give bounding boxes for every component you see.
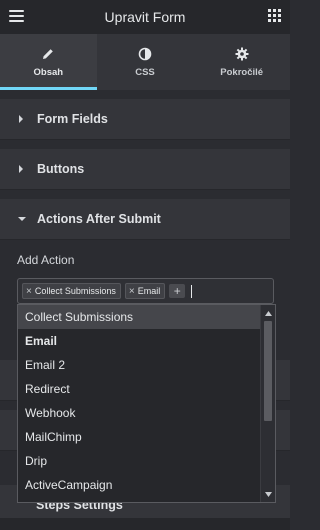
- grid-icon[interactable]: [268, 9, 281, 22]
- dropdown-option[interactable]: Email: [18, 329, 260, 353]
- caret-right-icon: [18, 165, 32, 173]
- text-cursor: [191, 284, 193, 298]
- dropdown-scrollbar[interactable]: [260, 305, 275, 502]
- section-form-fields[interactable]: Form Fields: [0, 99, 290, 140]
- tab-label: Obsah: [33, 67, 64, 78]
- tab-label: CSS: [135, 67, 155, 78]
- remove-chip-icon[interactable]: ×: [26, 286, 32, 297]
- hamburger-icon[interactable]: [9, 10, 24, 22]
- scrollbar-thumb[interactable]: [264, 321, 272, 421]
- add-action-label: Add Action: [17, 253, 75, 267]
- tab-css[interactable]: CSS: [97, 34, 194, 90]
- scroll-down-icon[interactable]: [261, 488, 275, 500]
- dropdown-option[interactable]: Collect Submissions: [18, 305, 260, 329]
- panel-title: Upravit Form: [104, 9, 186, 25]
- top-bar: Upravit Form: [0, 0, 290, 34]
- section-label: Buttons: [37, 162, 85, 176]
- pencil-icon: [41, 46, 55, 62]
- dropdown-option[interactable]: Redirect: [18, 377, 260, 401]
- dropdown-option[interactable]: Email 2: [18, 353, 260, 377]
- caret-right-icon: [18, 115, 32, 123]
- action-dropdown[interactable]: Collect Submissions Email Email 2 Redire…: [17, 304, 276, 503]
- tab-pokrocile[interactable]: Pokročilé: [193, 34, 290, 90]
- panel-tabs: Obsah CSS Pokročilé: [0, 34, 290, 90]
- contrast-icon: [138, 46, 152, 62]
- dropdown-option[interactable]: Webhook: [18, 401, 260, 425]
- dropdown-option[interactable]: Drip: [18, 449, 260, 473]
- add-action-icon[interactable]: +: [169, 284, 186, 298]
- chip-label: Email: [137, 286, 161, 296]
- selected-action-chip: × Collect Submissions: [22, 283, 121, 299]
- gear-icon: [235, 46, 249, 62]
- scroll-up-icon[interactable]: [261, 307, 275, 319]
- section-actions-after-submit[interactable]: Actions After Submit: [0, 199, 290, 240]
- selected-action-chip: × Email: [124, 283, 166, 299]
- dropdown-option[interactable]: MailChimp: [18, 425, 260, 449]
- tab-obsah[interactable]: Obsah: [0, 34, 97, 90]
- add-action-select[interactable]: × Collect Submissions × Email +: [17, 278, 274, 304]
- bottom-bar: [0, 518, 290, 530]
- tab-label: Pokročilé: [220, 67, 264, 78]
- caret-down-icon: [18, 216, 32, 222]
- dropdown-option[interactable]: ActiveCampaign: [18, 473, 260, 497]
- section-buttons[interactable]: Buttons: [0, 149, 290, 190]
- chip-label: Collect Submissions: [34, 286, 116, 296]
- remove-chip-icon[interactable]: ×: [129, 286, 135, 297]
- section-label: Actions After Submit: [37, 212, 161, 226]
- section-label: Form Fields: [37, 112, 108, 126]
